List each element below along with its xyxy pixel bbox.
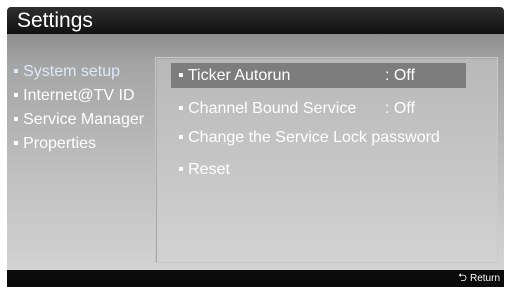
return-button[interactable]: ⮌ Return (458, 270, 500, 287)
bottom-bar: ⮌ Return (7, 270, 504, 287)
option-reset[interactable]: ▪ Reset (171, 157, 466, 182)
return-label: Return (469, 273, 500, 284)
menu-item-internet-tv-id[interactable]: ▪ Internet@TV ID (13, 84, 153, 108)
option-change-lock-password[interactable]: ▪ Change the Service Lock password (171, 125, 466, 150)
option-channel-bound-service[interactable]: ▪ Channel Bound Service : Off (171, 96, 466, 121)
option-label: ▪ Ticker Autorun (178, 67, 291, 84)
title-bar: Settings (7, 7, 504, 34)
settings-screen: Settings ▪ System setup ▪ Internet@TV ID… (0, 0, 511, 293)
option-label: ▪ Reset (178, 161, 230, 178)
option-ticker-autorun[interactable]: ▪ Ticker Autorun : Off (171, 63, 466, 88)
option-value: : Off (385, 100, 415, 117)
menu-item-properties[interactable]: ▪ Properties (13, 132, 153, 156)
option-label: ▪ Channel Bound Service (178, 100, 357, 117)
return-arrow-icon: ⮌ (458, 272, 467, 284)
option-value: : Off (385, 67, 415, 84)
menu-item-system-setup[interactable]: ▪ System setup (13, 60, 153, 84)
left-menu: ▪ System setup ▪ Internet@TV ID ▪ Servic… (13, 60, 153, 156)
page-title: Settings (17, 9, 93, 32)
option-label: ▪ Change the Service Lock password (178, 129, 440, 146)
menu-item-service-manager[interactable]: ▪ Service Manager (13, 108, 153, 132)
